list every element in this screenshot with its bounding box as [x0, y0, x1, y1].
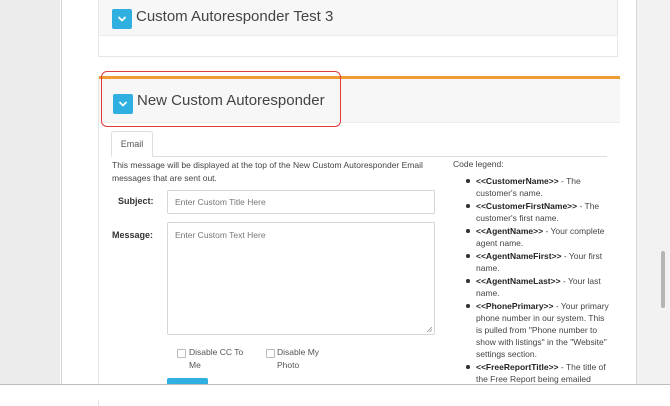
disable-cc-label: Disable CC To Me [189, 347, 244, 370]
autoresponder-panel-test3: Custom Autoresponder Test 3 [98, 0, 618, 57]
legend-item: <<AgentNameFirst>> - Your first name. [466, 250, 611, 274]
legend-code: <<AgentNameLast>> [476, 276, 561, 286]
page-left-margin [0, 0, 60, 400]
subject-placeholder: Enter Custom Title Here [175, 197, 266, 207]
legend-code: <<FreeReportTitle>> [476, 362, 559, 372]
scrollbar-thumb[interactable] [661, 251, 665, 308]
resize-handle-icon[interactable] [426, 326, 432, 332]
page-right-border [636, 0, 637, 400]
disable-photo-label: Disable My Photo [277, 347, 320, 370]
chevron-down-icon[interactable] [112, 9, 132, 29]
legend-item: <<AgentName>> - Your complete agent name… [466, 225, 611, 249]
legend-item: <<AgentNameLast>> - Your last name. [466, 275, 611, 299]
legend-code: <<PhonePrimary>> [476, 301, 554, 311]
legend-item: <<CustomerFirstName>> - The customer's f… [466, 200, 611, 224]
legend-code: <<CustomerFirstName>> [476, 201, 578, 211]
legend-code: <<AgentNameFirst>> [476, 251, 562, 261]
legend-item: <<CustomerName>> - The customer's name. [466, 175, 611, 199]
legend-code: <<CustomerName>> [476, 176, 559, 186]
message-label: Message: [112, 230, 154, 240]
legend-item: <<PhonePrimary>> - Your primary phone nu… [466, 300, 611, 360]
code-legend: <<CustomerName>> - The customer's name. … [453, 172, 623, 384]
form-description: This message will be displayed at the to… [112, 160, 423, 183]
panel-header[interactable]: Custom Autoresponder Test 3 [99, 0, 617, 36]
highlight-annotation [101, 71, 341, 127]
subject-label: Subject: [118, 196, 154, 206]
tab-email[interactable]: Email [111, 131, 153, 157]
legend-code: <<AgentName>> [476, 226, 544, 236]
window-bottom-edge [0, 385, 670, 400]
tab-divider [111, 156, 607, 157]
disable-cc-checkbox[interactable] [177, 349, 186, 358]
legend-item: <<FreeReportTitle>> - The title of the F… [466, 361, 611, 384]
code-legend-title: Code legend: [453, 159, 504, 169]
subject-input[interactable]: Enter Custom Title Here [167, 190, 435, 214]
page-right-margin [636, 0, 670, 400]
disable-photo-checkbox[interactable] [266, 349, 275, 358]
panel-title: Custom Autoresponder Test 3 [136, 8, 334, 25]
message-placeholder: Enter Custom Text Here [175, 230, 266, 240]
code-legend-list: <<CustomerName>> - The customer's name. … [466, 175, 611, 384]
page-left-border [61, 0, 62, 400]
message-textarea[interactable]: Enter Custom Text Here [167, 222, 435, 335]
